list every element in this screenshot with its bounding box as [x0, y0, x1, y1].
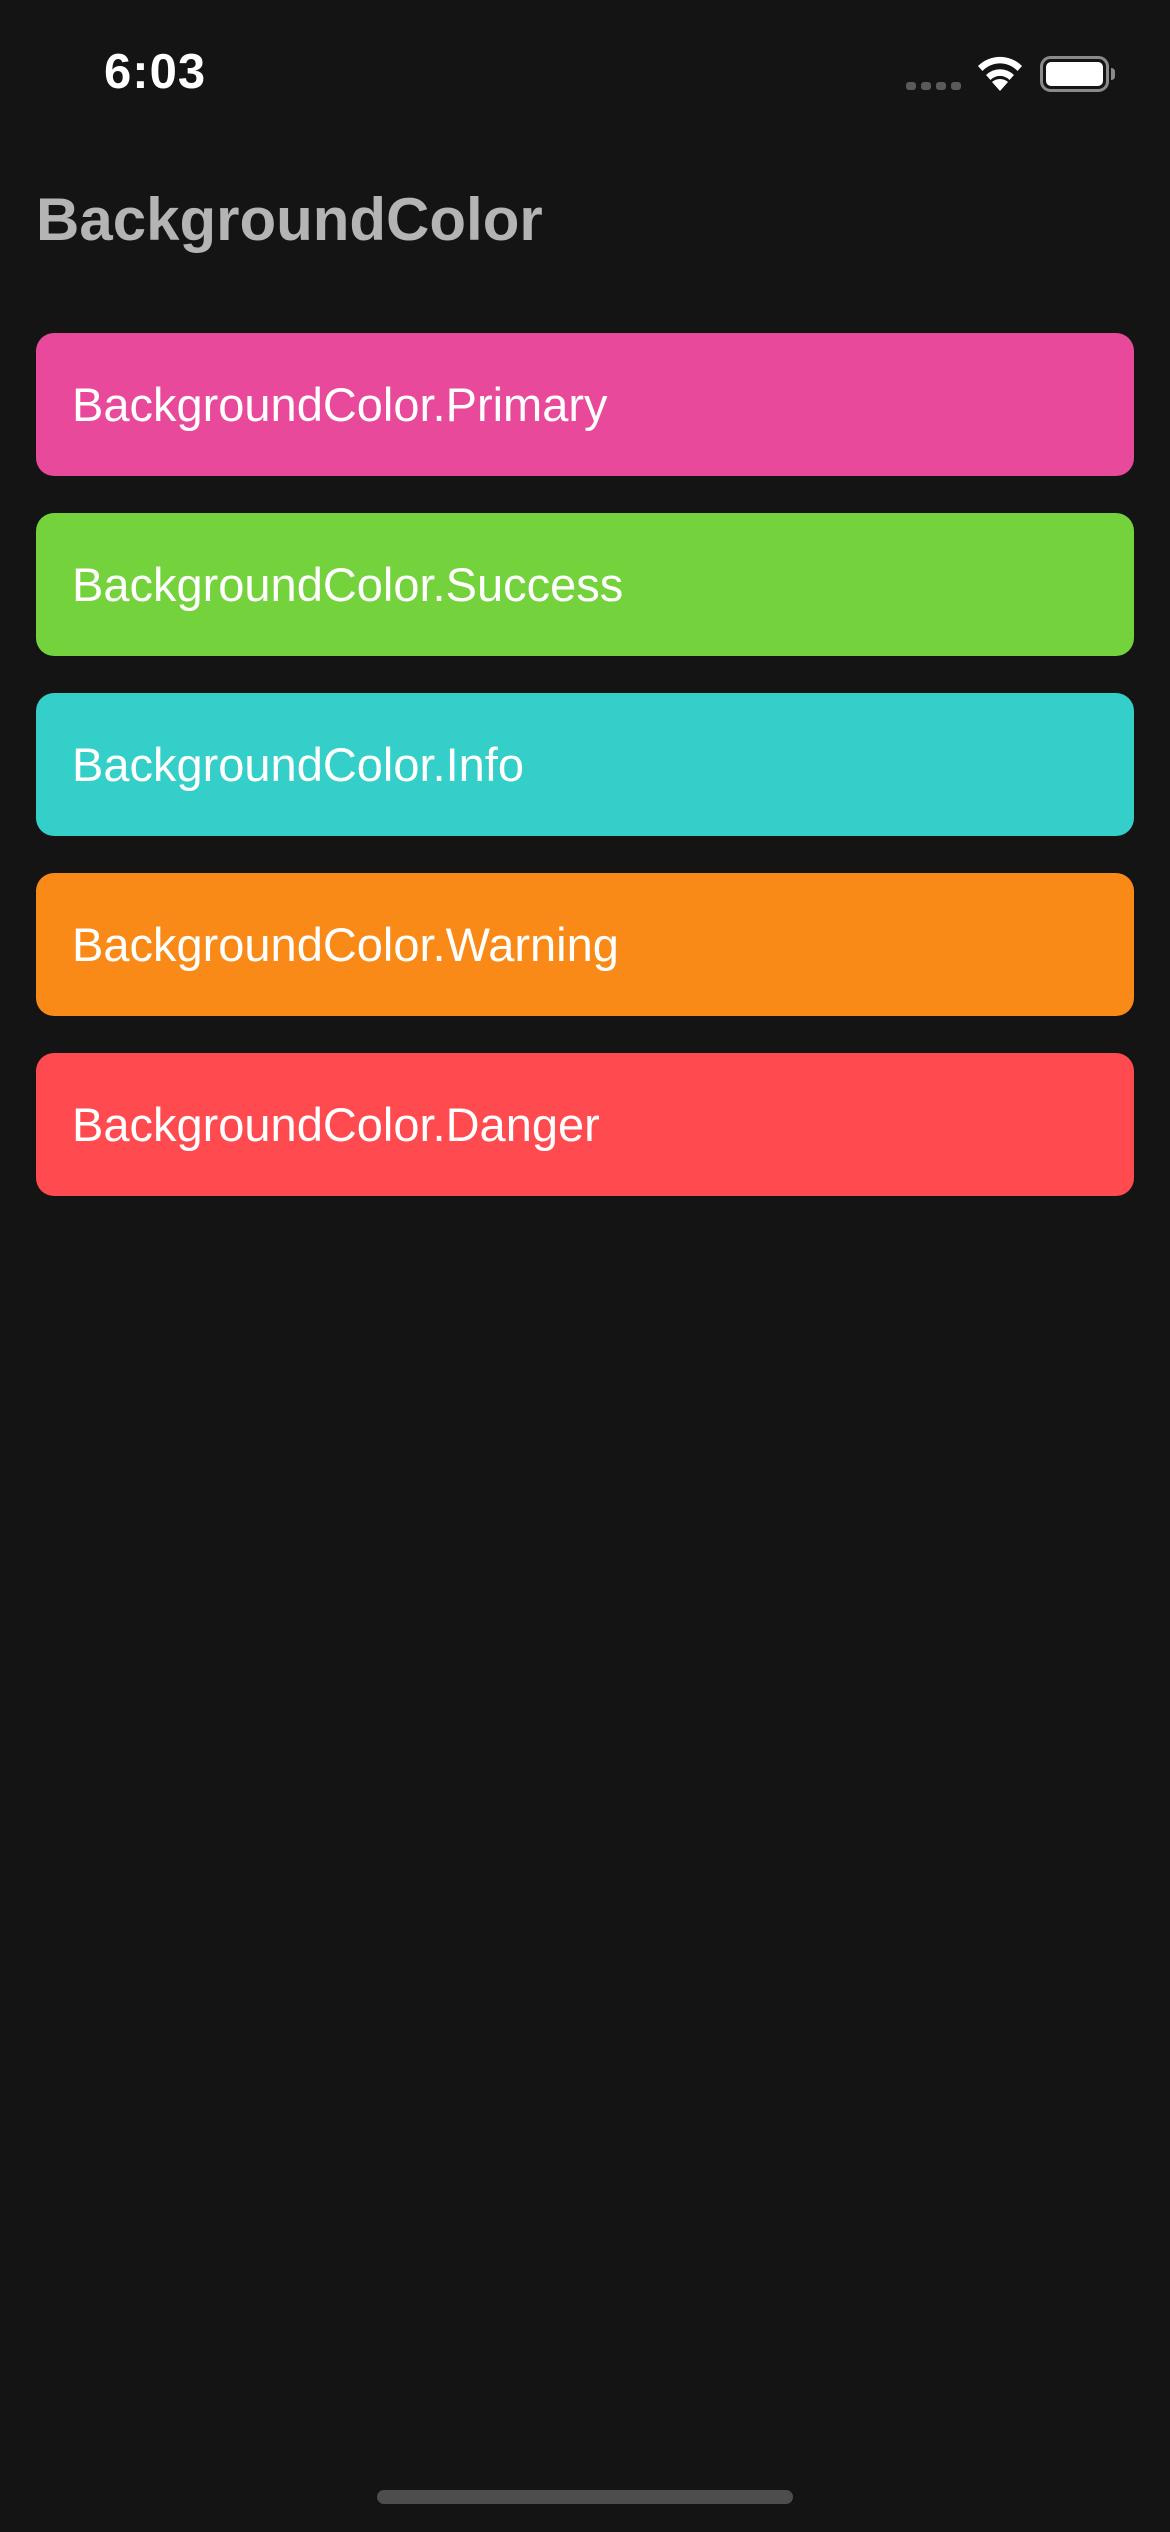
status-time: 6:03	[104, 45, 207, 99]
info-button[interactable]: BackgroundColor.Info	[36, 693, 1134, 836]
info-button-label: BackgroundColor.Info	[72, 738, 525, 791]
primary-button[interactable]: BackgroundColor.Primary	[36, 333, 1134, 476]
warning-button[interactable]: BackgroundColor.Warning	[36, 873, 1134, 1016]
home-indicator[interactable]	[377, 2490, 793, 2504]
battery-icon	[1040, 56, 1115, 92]
danger-button[interactable]: BackgroundColor.Danger	[36, 1053, 1134, 1196]
danger-button-label: BackgroundColor.Danger	[72, 1098, 600, 1151]
success-button[interactable]: BackgroundColor.Success	[36, 513, 1134, 656]
warning-button-label: BackgroundColor.Warning	[72, 918, 619, 971]
page-title: BackgroundColor	[36, 186, 543, 253]
cellular-signal-icon	[906, 82, 961, 90]
success-button-label: BackgroundColor.Success	[72, 558, 624, 611]
status-bar: 6:03	[0, 0, 1170, 150]
primary-button-label: BackgroundColor.Primary	[72, 378, 608, 431]
button-list: BackgroundColor.Primary BackgroundColor.…	[36, 333, 1134, 1233]
wifi-icon	[978, 56, 1022, 91]
